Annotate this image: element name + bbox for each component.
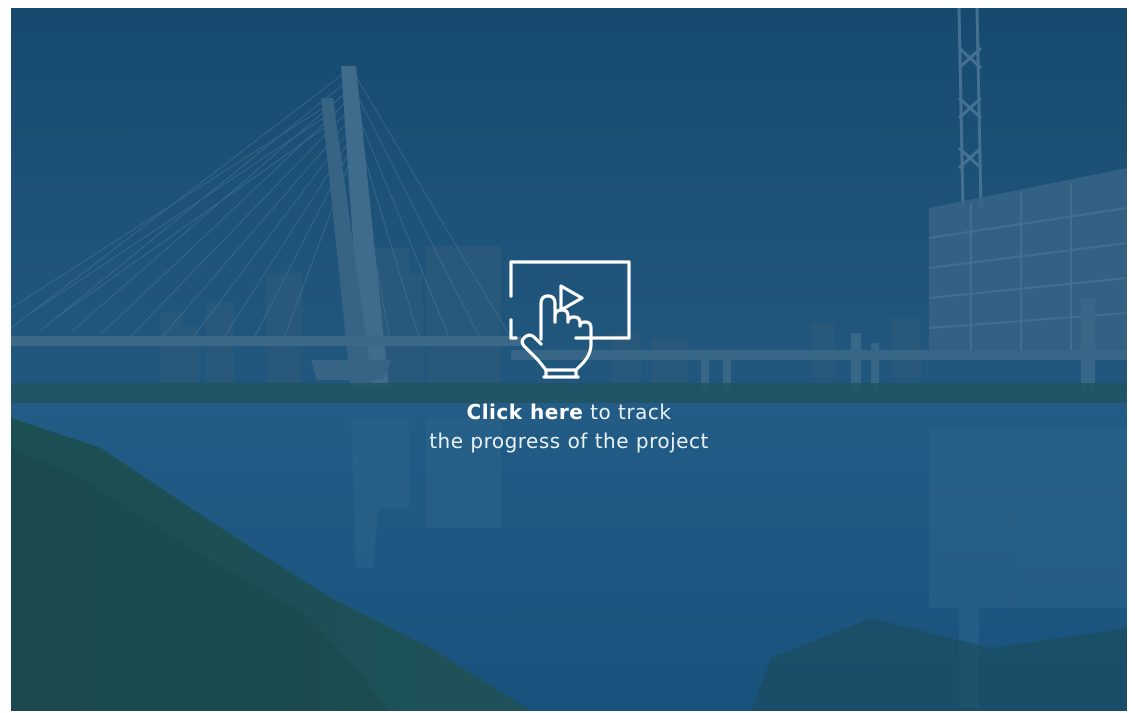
track-progress-link[interactable]: Click here to track the progress of the … — [11, 260, 1127, 456]
cta-text-rest: to track — [583, 400, 672, 424]
cta-strong-text: Click here — [466, 400, 584, 424]
touch-screen-play-icon — [509, 260, 631, 379]
cta-text-line2: the progress of the project — [429, 429, 709, 453]
project-banner: Click here to track the progress of the … — [11, 8, 1127, 711]
cta-text: Click here to track the progress of the … — [429, 398, 709, 456]
